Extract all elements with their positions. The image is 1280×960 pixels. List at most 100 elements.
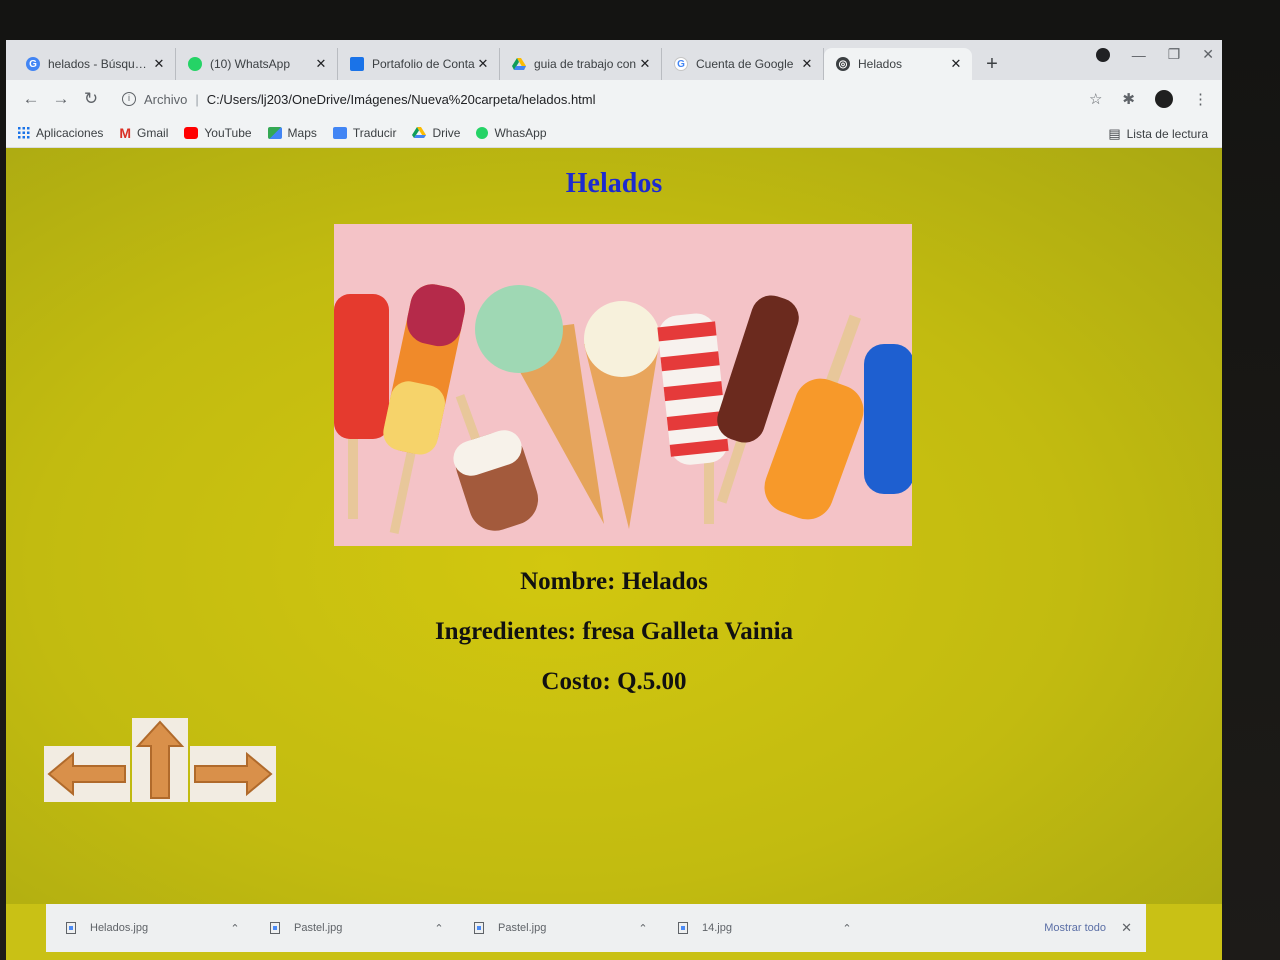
window-controls: — ❐ ✕ (1095, 46, 1214, 63)
page-content: Helados Nombre: Helados Ingredientes: fr… (6, 148, 1222, 904)
kebab-menu-icon[interactable]: ⋮ (1193, 90, 1208, 108)
bookmark-gmail[interactable]: M Gmail (119, 125, 168, 141)
chevron-up-icon[interactable]: ⌃ (424, 922, 454, 935)
url-scheme-label: Archivo (144, 91, 188, 107)
google-icon: G (674, 57, 688, 71)
close-icon[interactable]: ✕ (313, 56, 329, 72)
image-file-icon (66, 922, 76, 934)
up-arrow-button[interactable] (132, 718, 188, 802)
bookmark-maps[interactable]: Maps (267, 125, 317, 140)
bookmark-drive[interactable]: Drive (412, 126, 460, 140)
downloads-bar: Helados.jpg ⌃ Pastel.jpg ⌃ Pastel.jpg ⌃ … (46, 904, 1146, 952)
right-arrow-button[interactable] (190, 746, 276, 802)
apps-grid-icon (18, 126, 30, 138)
chevron-up-icon[interactable]: ⌃ (832, 922, 862, 935)
tab-search-icon[interactable] (1095, 47, 1110, 62)
image-file-icon (270, 922, 280, 934)
navigation-arrows (44, 718, 284, 808)
costo-text: Costo: Q.5.00 (541, 668, 687, 695)
url-text[interactable]: C:/Users/lj203/OneDrive/Imágenes/Nueva%2… (207, 92, 596, 107)
image-file-icon (678, 922, 688, 934)
left-arrow-icon (47, 751, 126, 797)
url-separator: | (195, 91, 199, 107)
close-icon[interactable]: ✕ (151, 56, 167, 72)
close-icon[interactable]: ✕ (948, 56, 964, 72)
reading-list-label: Lista de lectura (1126, 127, 1208, 141)
chevron-up-icon[interactable]: ⌃ (220, 922, 250, 935)
tab-title: Portafolio de Conta (372, 57, 475, 71)
tab-helados-busqueda[interactable]: G helados - Búsqueda ✕ (14, 48, 176, 80)
youtube-icon (184, 126, 199, 139)
forward-arrow-icon[interactable]: → (46, 89, 76, 109)
tab-portafolio[interactable]: Portafolio de Conta ✕ (338, 48, 500, 80)
drive-icon (412, 126, 427, 138)
maps-icon (267, 126, 282, 139)
close-icon[interactable]: ✕ (799, 56, 815, 72)
ice-cream-image (334, 224, 912, 546)
globe-icon: ◎ (836, 57, 850, 71)
download-filename: Helados.jpg (90, 922, 149, 934)
whatsapp-icon (188, 57, 202, 71)
ingredientes-text: Ingredientes: fresa Galleta Vainia (434, 618, 794, 645)
bookmark-whasapp[interactable]: WhasApp (476, 125, 547, 140)
bookmark-label: WhasApp (494, 125, 547, 140)
download-item[interactable]: Pastel.jpg ⌃ (250, 922, 454, 935)
reload-icon[interactable]: ↻ (76, 89, 106, 109)
puzzle-extensions-icon[interactable]: ✱ (1122, 90, 1135, 108)
reading-list-icon: ▤ (1108, 126, 1121, 141)
bookmark-label: Traducir (352, 125, 397, 140)
tab-title: helados - Búsqueda (48, 57, 151, 71)
download-item[interactable]: Pastel.jpg ⌃ (454, 922, 658, 935)
image-file-icon (474, 922, 484, 934)
tab-guia-de-trabajo[interactable]: guia de trabajo con ✕ (500, 48, 662, 80)
back-arrow-icon[interactable]: ← (16, 89, 46, 109)
up-arrow-icon (135, 720, 185, 799)
tab-title: guia de trabajo con (534, 57, 637, 71)
bookmark-aplicaciones[interactable]: Aplicaciones (18, 126, 103, 140)
gmail-icon: M (119, 124, 132, 141)
tab-title: Cuenta de Google (696, 57, 794, 71)
address-bar[interactable]: i Archivo | C:/Users/lj203/OneDrive/Imág… (114, 84, 1054, 114)
chevron-up-icon[interactable]: ⌃ (628, 922, 658, 935)
nombre-text: Nombre: Helados (520, 568, 708, 595)
left-arrow-button[interactable] (44, 746, 130, 802)
right-arrow-icon (194, 751, 273, 797)
tab-helados[interactable]: ◎ Helados ✕ (824, 48, 972, 80)
browser-window: G helados - Búsqueda ✕ (10) WhatsApp ✕ P… (6, 40, 1222, 960)
classroom-icon (350, 57, 364, 71)
download-filename: 14.jpg (702, 922, 732, 934)
close-icon[interactable]: ✕ (475, 56, 491, 72)
close-icon[interactable]: ✕ (1121, 920, 1132, 936)
tab-title: (10) WhatsApp (210, 57, 291, 71)
bookmark-traducir[interactable]: Traducir (332, 125, 397, 140)
bookmark-label: Maps (287, 125, 317, 140)
tab-title: Helados (858, 57, 903, 71)
star-icon[interactable]: ☆ (1089, 90, 1102, 108)
restore-icon[interactable]: ❐ (1168, 46, 1181, 63)
bookmark-label: YouTube (204, 125, 252, 140)
bookmark-label: Drive (432, 125, 461, 140)
close-icon[interactable]: ✕ (637, 56, 653, 72)
avatar[interactable] (1155, 90, 1173, 108)
tab-whatsapp[interactable]: (10) WhatsApp ✕ (176, 48, 338, 80)
tab-strip: G helados - Búsqueda ✕ (10) WhatsApp ✕ P… (6, 40, 1222, 80)
show-all-downloads-link[interactable]: Mostrar todo (1044, 922, 1106, 934)
reading-list-button[interactable]: ▤ Lista de lectura (1108, 126, 1208, 142)
download-item[interactable]: Helados.jpg ⌃ (46, 922, 250, 935)
bookmark-youtube[interactable]: YouTube (184, 125, 252, 140)
close-window-icon[interactable]: ✕ (1202, 46, 1214, 63)
whatsapp-icon (476, 126, 489, 139)
ice-cream-illustration (334, 224, 912, 546)
browser-toolbar: ← → ↻ i Archivo | C:/Users/lj203/OneDriv… (6, 80, 1222, 118)
tab-cuenta-de-google[interactable]: G Cuenta de Google ✕ (662, 48, 824, 80)
drive-icon (512, 57, 526, 71)
download-item[interactable]: 14.jpg ⌃ (658, 922, 862, 935)
info-icon[interactable]: i (122, 92, 136, 106)
monitor-bezel: G helados - Búsqueda ✕ (10) WhatsApp ✕ P… (0, 0, 1280, 960)
new-tab-button[interactable]: + (978, 48, 1006, 80)
page-title: Helados (565, 168, 663, 199)
download-filename: Pastel.jpg (294, 922, 343, 934)
google-icon: G (26, 57, 40, 71)
bookmarks-bar: Aplicaciones M Gmail YouTube Maps Traduc… (6, 118, 1222, 148)
minimize-icon[interactable]: — (1132, 47, 1146, 63)
